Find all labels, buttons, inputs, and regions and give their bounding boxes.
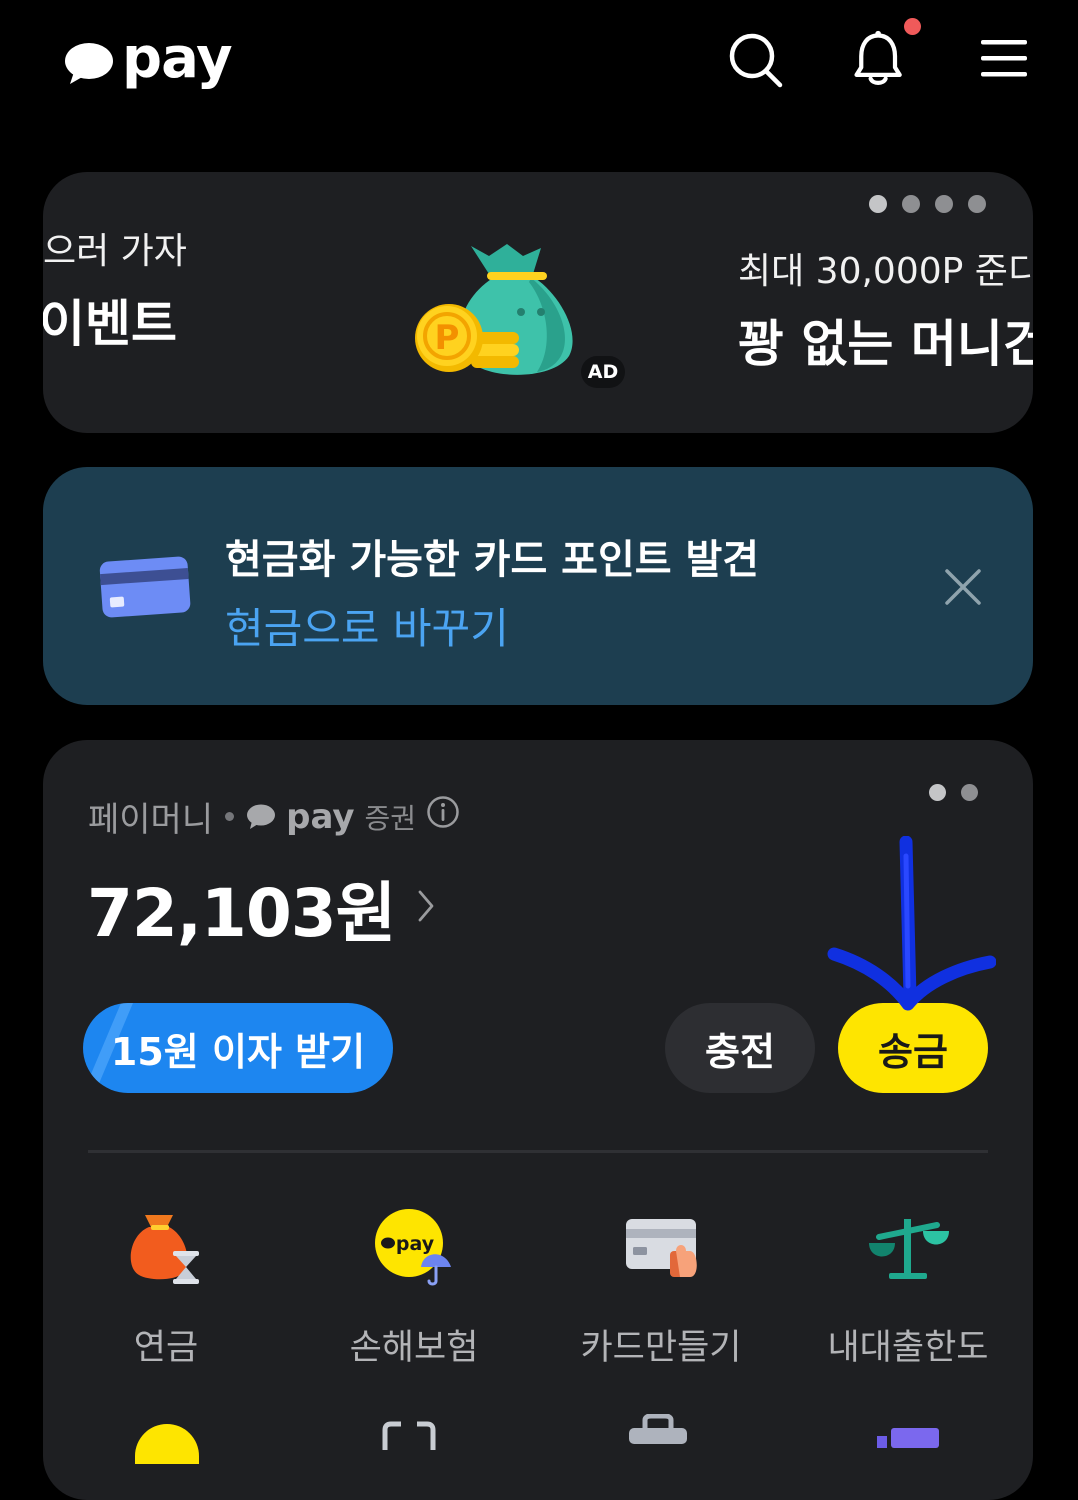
receive-interest-label: 15원 이자 받기 xyxy=(110,1029,366,1074)
speech-bubble-icon xyxy=(64,42,114,84)
charge-button[interactable]: 충전 xyxy=(665,1003,815,1093)
carousel-dot xyxy=(968,195,986,213)
ad-right-subtitle: 최대 30,000P 준디 xyxy=(738,251,1033,292)
balance-link[interactable]: 72,103원 xyxy=(87,860,435,956)
ad-banner-carousel[interactable]: 으러 가자 이벤트 P AD 최대 30,000P 준디 꽝 없는 머니건 xyxy=(43,172,1033,433)
service-insurance[interactable]: pay 손해보험 xyxy=(314,1205,514,1370)
hamburger-menu-icon[interactable] xyxy=(974,28,1034,88)
carousel-dot xyxy=(902,195,920,213)
service-label: 내대출한도 xyxy=(827,1328,989,1368)
money-bag-coins-icon: P xyxy=(411,238,581,378)
page-dot xyxy=(961,784,978,801)
kakaopay-logo: pay xyxy=(64,30,244,94)
service-loan-limit[interactable]: 내대출한도 xyxy=(808,1205,1008,1370)
send-money-button[interactable]: 송금 xyxy=(838,1003,988,1093)
service-pension[interactable]: 연금 xyxy=(66,1205,266,1370)
credit-card-icon xyxy=(97,553,193,619)
chart-icon-partial xyxy=(875,1428,941,1448)
carousel-dot xyxy=(935,195,953,213)
ad-left-subtitle: 으러 가자 xyxy=(43,231,187,272)
annotation-arrow-icon xyxy=(826,835,997,1016)
scan-icon-partial xyxy=(381,1420,437,1450)
balance-amount: 72,103원 xyxy=(87,875,396,952)
scale-balance-icon xyxy=(865,1205,951,1291)
ad-badge: AD xyxy=(581,356,625,388)
page-dot xyxy=(929,784,946,801)
receive-interest-button[interactable]: 15원 이자 받기 xyxy=(83,1003,393,1093)
card-page-indicator xyxy=(929,784,978,801)
search-icon[interactable] xyxy=(726,30,786,90)
ad-right-title: 꽝 없는 머니건 xyxy=(738,315,1033,373)
bell-icon[interactable] xyxy=(850,18,921,88)
service-label: 손해보험 xyxy=(349,1328,479,1368)
pay-logo-text: pay xyxy=(286,796,355,837)
carousel-dot xyxy=(869,195,887,213)
service-card-apply[interactable]: 카드만들기 xyxy=(561,1205,761,1370)
svg-text:P: P xyxy=(435,318,460,358)
card-with-hand-icon xyxy=(618,1205,704,1291)
card-point-notice[interactable]: 현금화 가능한 카드 포인트 발견 현금으로 바꾸기 xyxy=(43,467,1033,705)
notice-title: 현금화 가능한 카드 포인트 발견 xyxy=(225,537,760,583)
divider xyxy=(88,1150,988,1153)
briefcase-icon-partial xyxy=(627,1413,689,1444)
logo-text: pay xyxy=(122,26,233,91)
info-icon[interactable] xyxy=(426,795,460,838)
paymoney-label: 페이머니 pay 증권 xyxy=(88,792,460,841)
ad-left-title: 이벤트 xyxy=(43,295,177,353)
chevron-right-icon xyxy=(417,889,435,927)
paymoney-title: 페이머니 xyxy=(88,800,214,840)
pay-umbrella-insurance-icon: pay xyxy=(371,1205,457,1291)
service-icon-partial xyxy=(135,1424,199,1464)
service-label: 연금 xyxy=(133,1328,199,1368)
convert-to-cash-link[interactable]: 현금으로 바꾸기 xyxy=(225,595,509,656)
securities-label: 증권 xyxy=(364,801,417,835)
carousel-indicator xyxy=(869,195,986,213)
service-label: 카드만들기 xyxy=(580,1328,742,1368)
svg-text:pay: pay xyxy=(396,1233,435,1255)
notification-badge xyxy=(904,18,921,35)
pension-pouch-hourglass-icon xyxy=(123,1205,209,1291)
speech-bubble-icon xyxy=(247,804,276,829)
close-icon[interactable] xyxy=(941,565,985,609)
separator-dot xyxy=(225,812,235,821)
